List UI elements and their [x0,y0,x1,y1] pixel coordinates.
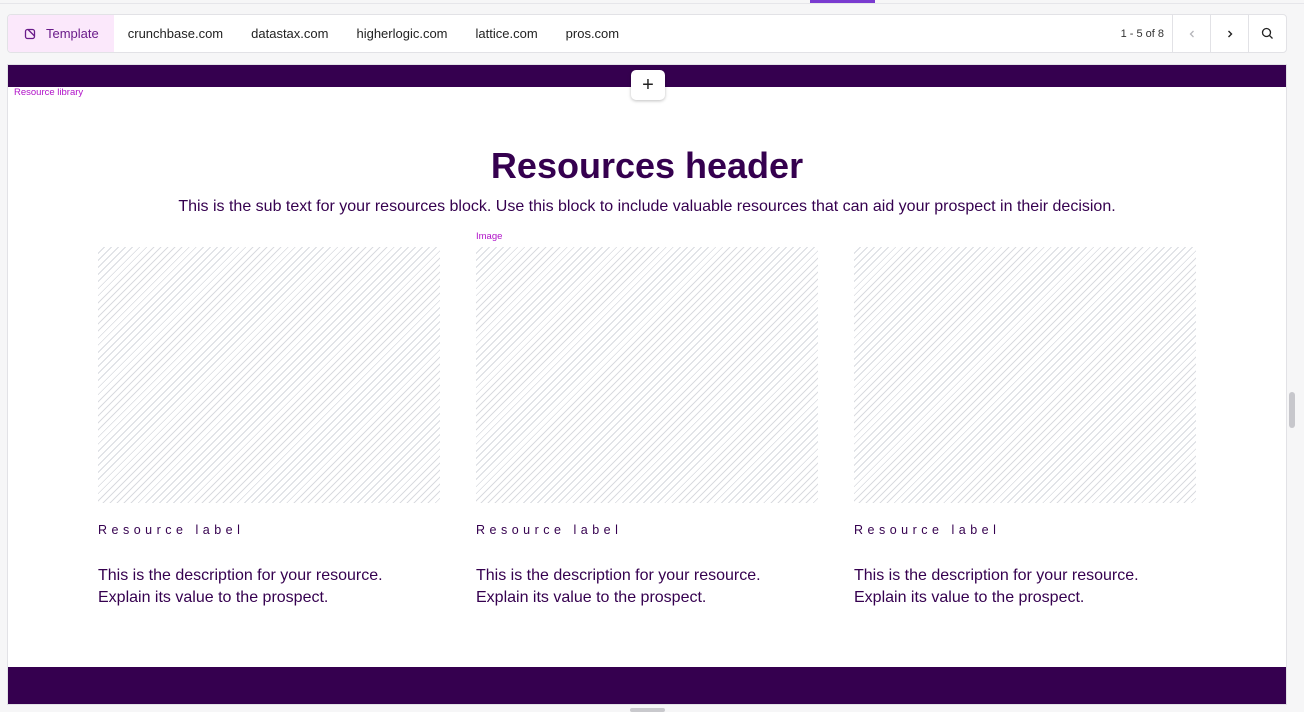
tab-lattice[interactable]: lattice.com [462,15,552,52]
tab-crunchbase[interactable]: crunchbase.com [114,15,237,52]
tab-datastax[interactable]: datastax.com [237,15,342,52]
resource-description[interactable]: This is the description for your resourc… [476,565,818,609]
top-divider [0,3,1304,4]
resource-description[interactable]: This is the description for your resourc… [854,565,1196,609]
bottom-brand-band [8,667,1286,704]
description-line: This is the description for your resourc… [854,567,1139,584]
description-line: Explain its value to the prospect. [476,589,707,606]
tab-pros[interactable]: pros.com [552,15,633,52]
resource-label[interactable]: Resource label [98,523,440,537]
chevron-right-icon [1227,30,1232,37]
resource-label[interactable]: Resource label [476,523,818,537]
description-line: This is the description for your resourc… [476,567,761,584]
resources-header[interactable]: Resources header [8,145,1286,187]
tab-label: Template [46,26,99,41]
tab-template[interactable]: Template [8,15,114,52]
prev-page-button[interactable] [1172,15,1210,52]
description-line: Explain its value to the prospect. [98,589,329,606]
template-icon [23,27,37,41]
tab-higherlogic[interactable]: higherlogic.com [342,15,461,52]
next-page-button[interactable] [1210,15,1248,52]
image-placeholder[interactable] [476,247,818,503]
tab-label: pros.com [565,26,620,41]
chevron-left-icon [1189,30,1194,37]
image-placeholder[interactable] [98,247,440,503]
image-placeholder[interactable] [854,247,1196,503]
resource-description[interactable]: This is the description for your resourc… [98,565,440,609]
resource-card: Resource label This is the description f… [476,247,818,609]
tab-spacer [633,15,1112,52]
add-block-button[interactable]: + [631,70,665,100]
pagination-text: 1 - 5 of 8 [1120,27,1164,40]
tab-label: crunchbase.com [127,26,224,41]
tab-label: datastax.com [251,26,329,41]
resize-handle[interactable] [630,708,665,712]
block-type-tag: Resource library [14,87,84,98]
scrollbar-thumb[interactable] [1289,392,1295,428]
search-icon [1261,27,1273,39]
description-line: This is the description for your resourc… [98,567,383,584]
image-tag: Image [476,231,503,242]
editor-canvas: + Resource library Resources header This… [7,64,1287,705]
tab-bar: Template crunchbase.com datastax.com hig… [7,14,1287,53]
tab-label: lattice.com [475,26,538,41]
resources-subtext[interactable]: This is the sub text for your resources … [8,198,1286,216]
resource-card: Resource label This is the description f… [854,247,1196,609]
resource-label[interactable]: Resource label [854,523,1196,537]
description-line: Explain its value to the prospect. [854,589,1085,606]
resource-card: Resource label This is the description f… [98,247,440,609]
search-button[interactable] [1248,15,1286,52]
tab-label: higherlogic.com [356,26,448,41]
plus-icon: + [642,73,654,96]
